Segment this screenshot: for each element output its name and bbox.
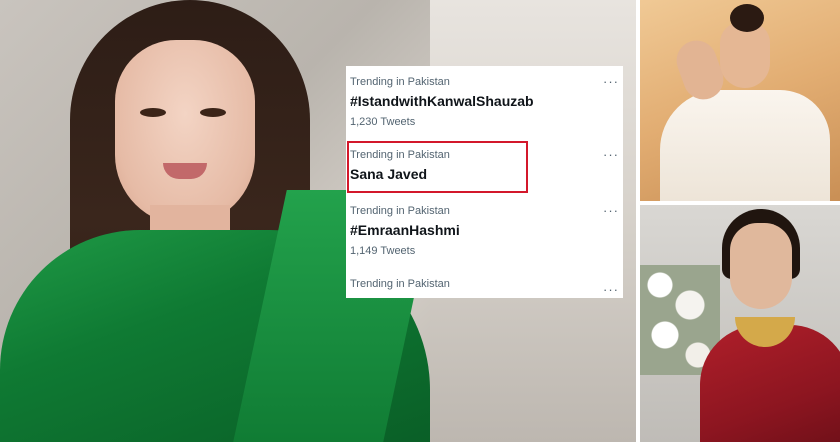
trend-tweet-count: 1,149 Tweets xyxy=(350,245,416,257)
trend-context: Trending in Pakistan xyxy=(350,76,450,88)
trend-tweet-count: 1,230 Tweets xyxy=(350,116,416,128)
trend-context: Trending in Pakistan xyxy=(350,278,450,290)
right-top-photo xyxy=(640,0,840,201)
trend-context: Trending in Pakistan xyxy=(350,205,450,217)
trends-card: Trending in Pakistan #IstandwithKanwalSh… xyxy=(346,66,623,298)
photo-eye-left xyxy=(140,108,166,117)
trend-context: Trending in Pakistan xyxy=(350,149,450,161)
ellipsis-icon[interactable]: ··· xyxy=(603,282,619,297)
photo-face xyxy=(730,223,792,309)
photo-collage: Trending in Pakistan #IstandwithKanwalSh… xyxy=(0,0,840,442)
ellipsis-icon[interactable]: ··· xyxy=(603,147,619,162)
trend-item[interactable]: Trending in Pakistan ··· xyxy=(346,278,623,298)
trend-name[interactable]: #EmraanHashmi xyxy=(350,222,460,238)
trend-item[interactable]: Trending in Pakistan #IstandwithKanwalSh… xyxy=(346,74,623,136)
photo-face xyxy=(115,40,255,225)
photo-white-outfit xyxy=(660,90,830,201)
trend-name[interactable]: Sana Javed xyxy=(350,166,427,182)
trend-item[interactable]: Trending in Pakistan Sana Javed ··· xyxy=(346,147,623,195)
ellipsis-icon[interactable]: ··· xyxy=(603,74,619,89)
trend-name[interactable]: #IstandwithKanwalShauzab xyxy=(350,93,534,109)
photo-eye-right xyxy=(200,108,226,117)
trend-item[interactable]: Trending in Pakistan #EmraanHashmi 1,149… xyxy=(346,203,623,265)
ellipsis-icon[interactable]: ··· xyxy=(603,203,619,218)
right-bottom-photo xyxy=(640,205,840,442)
photo-hair-bun xyxy=(730,4,764,32)
